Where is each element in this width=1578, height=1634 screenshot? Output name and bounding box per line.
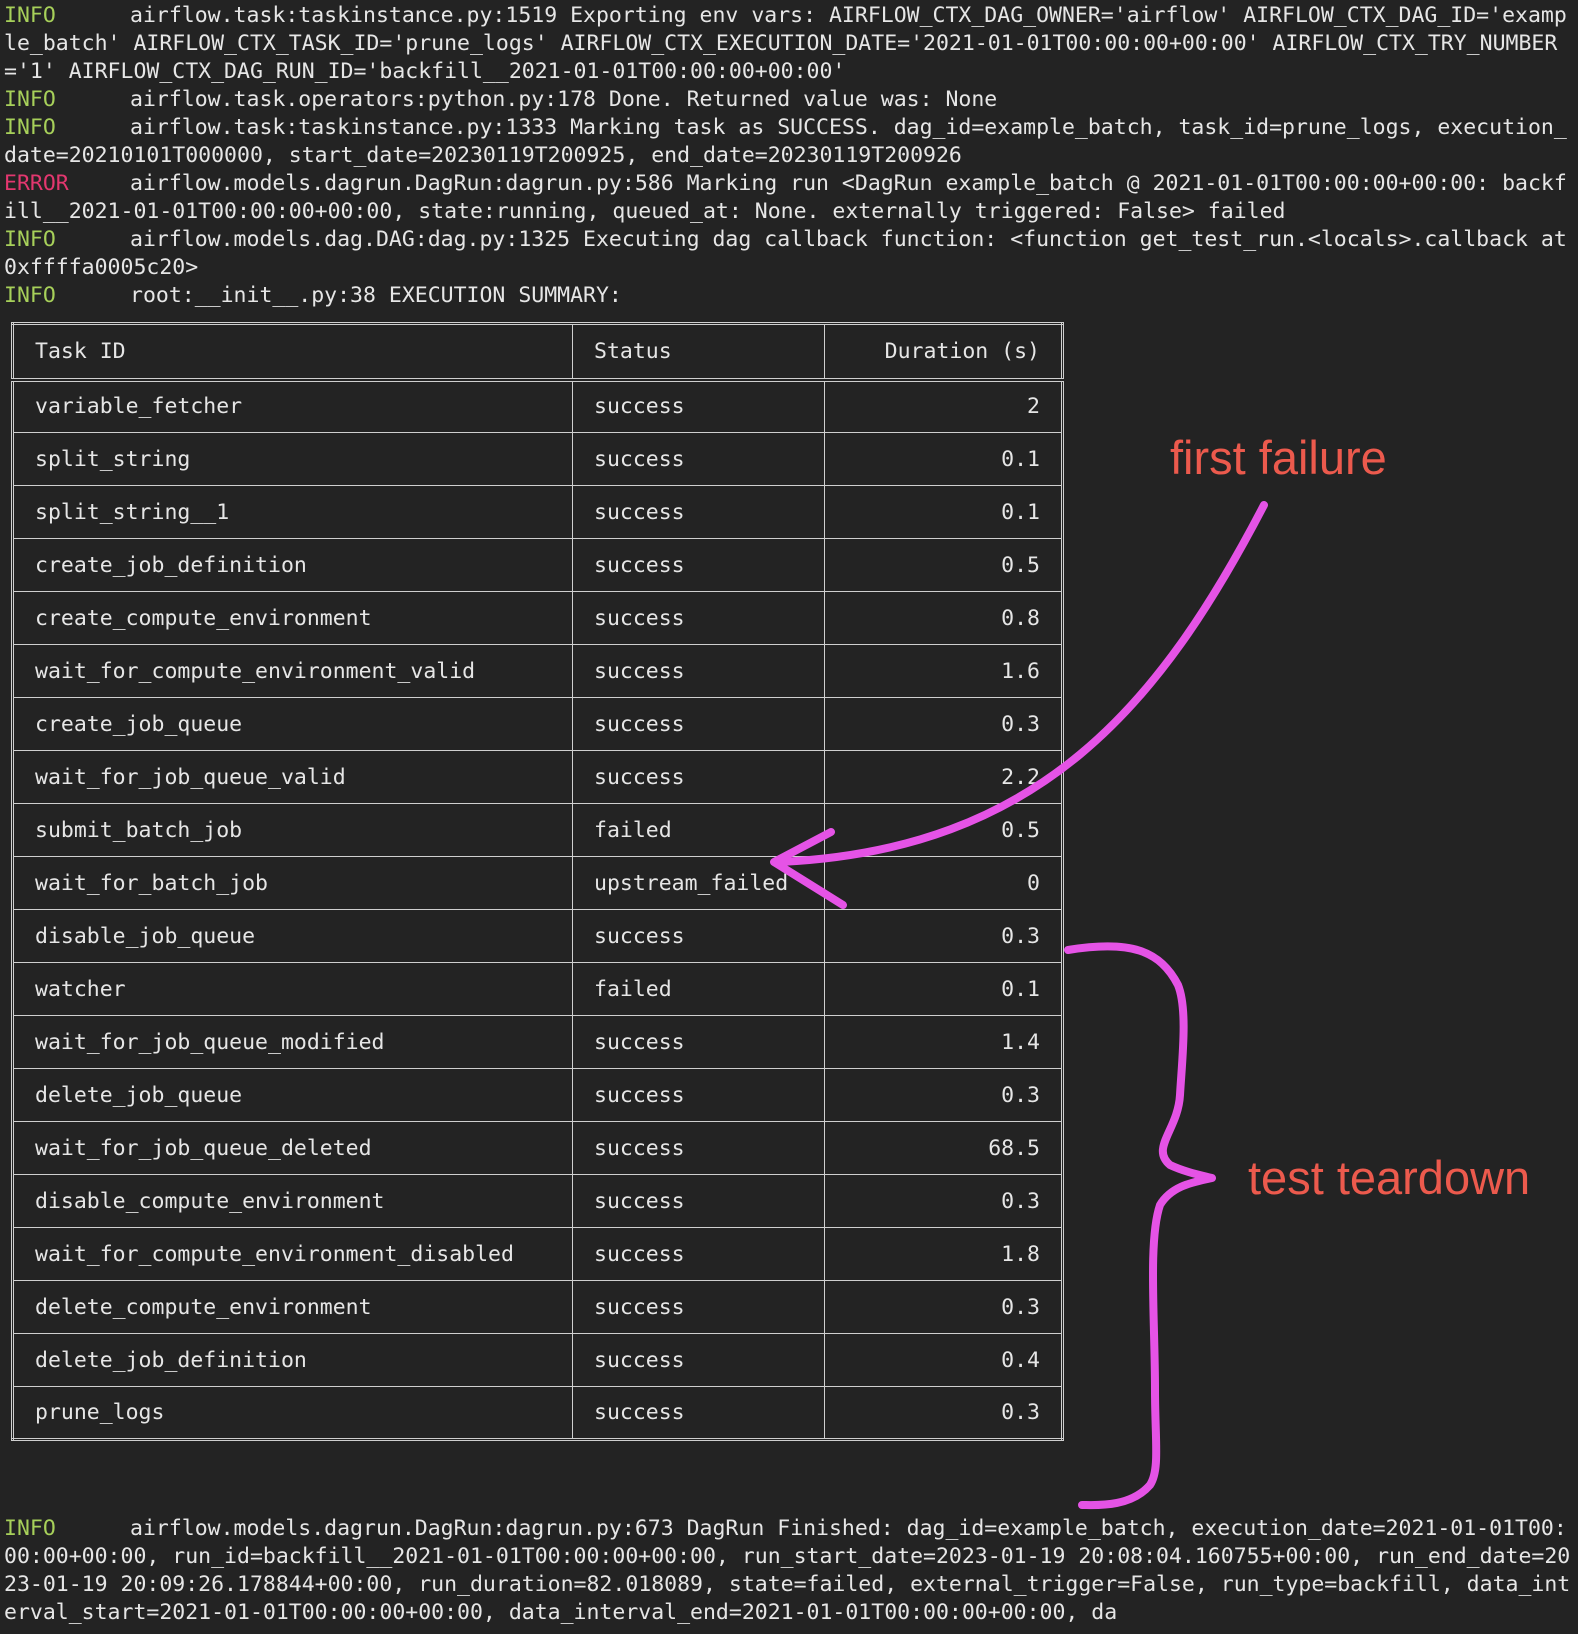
curly-brace-icon [1064, 942, 1216, 1510]
annotation-marks [770, 501, 1268, 1510]
arrow-shaft [776, 501, 1268, 866]
arrow-head [770, 828, 847, 909]
curved-arrow-icon [770, 501, 1268, 909]
